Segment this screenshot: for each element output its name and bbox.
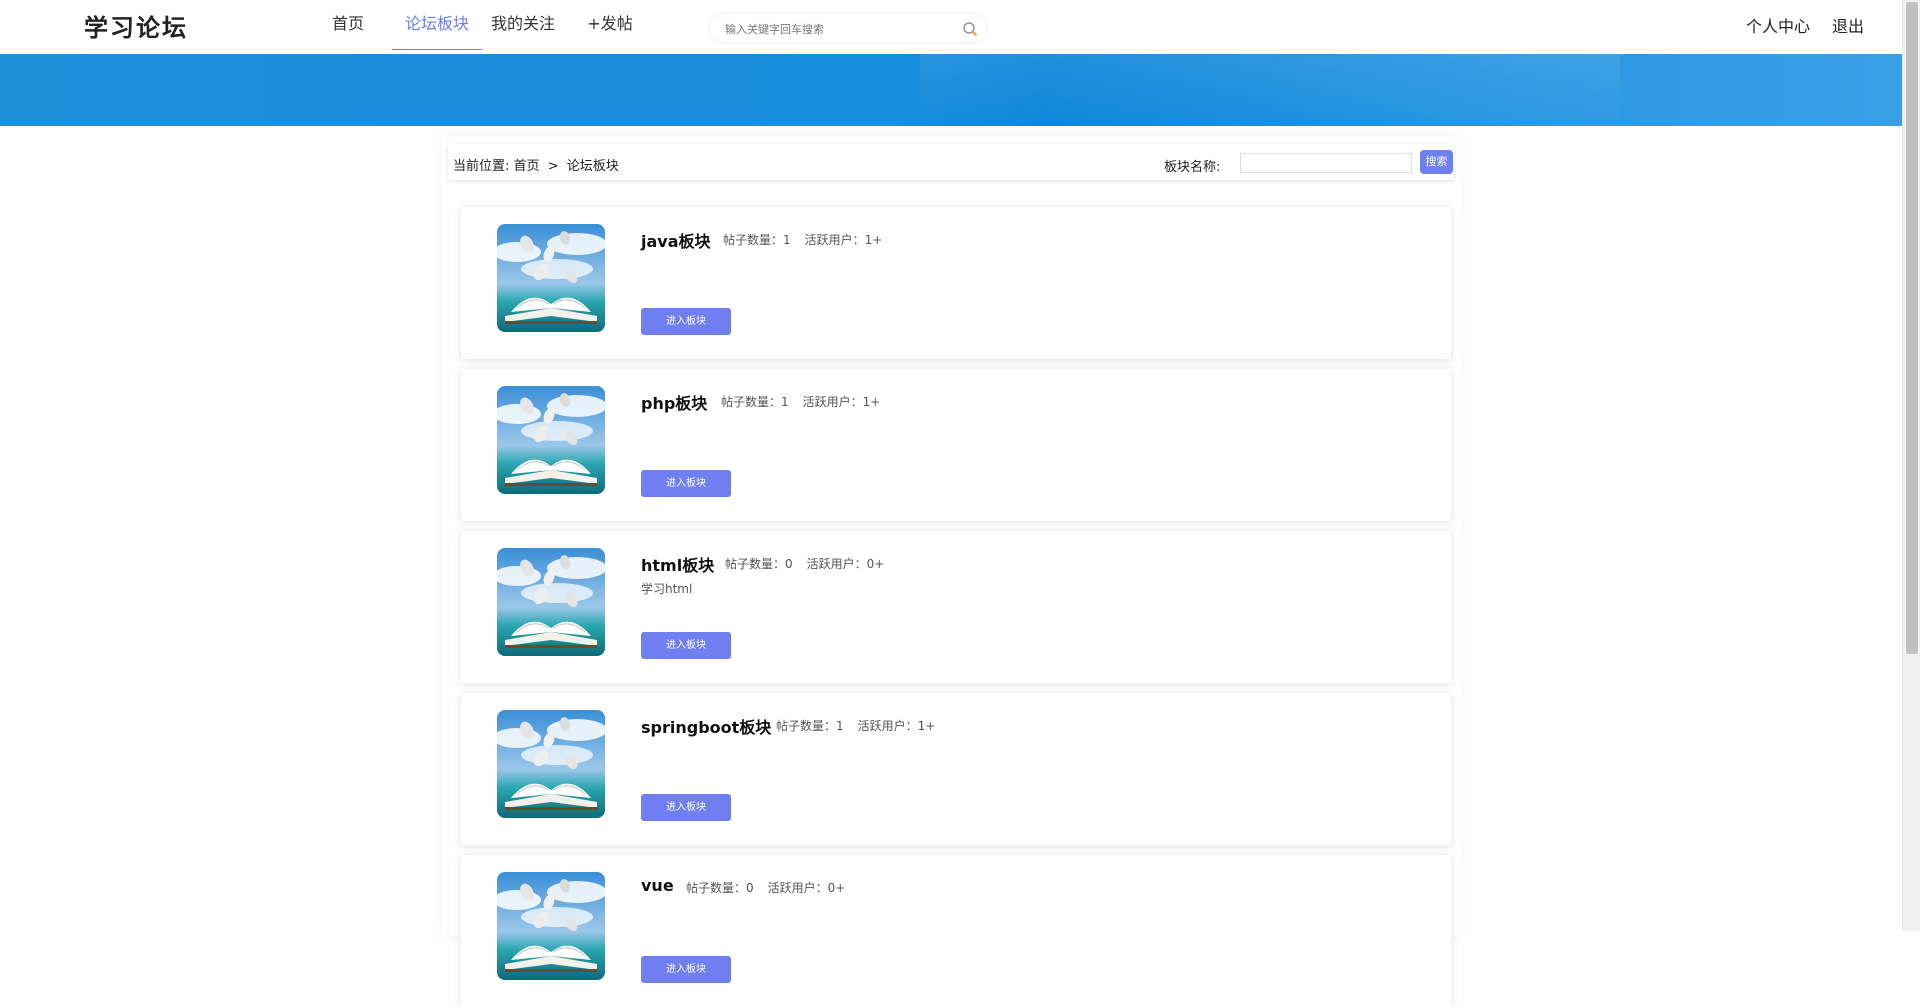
section-stats: 帖子数量：1 活跃用户：1+ [721,393,894,410]
search-input[interactable] [725,19,945,39]
section-card: java板块 帖子数量：1 活跃用户：1+ 进入板块 [461,207,1451,359]
nav-home[interactable]: 首页 [324,0,372,50]
post-count: 帖子数量：1 [776,719,844,733]
breadcrumb-bar: 当前位置: 首页 > 论坛板块 板块名称: 搜索 [448,144,1454,180]
section-stats: 帖子数量：1 活跃用户：1+ [723,231,896,248]
section-name-input[interactable] [1240,153,1412,173]
post-count: 帖子数量：0 [725,557,793,571]
post-count: 帖子数量：1 [721,395,789,409]
section-card: html板块 帖子数量：0 活跃用户：0+ 学习html 进入板块 [461,531,1451,683]
active-users: 活跃用户：1+ [802,395,881,409]
breadcrumb-home[interactable]: 首页 [514,159,540,174]
section-image[interactable] [497,872,605,980]
section-title[interactable]: springboot板块 [641,714,771,738]
post-count: 帖子数量：1 [723,233,791,247]
section-image[interactable] [497,548,605,656]
section-stats: 帖子数量：0 活跃用户：0+ [686,879,859,896]
hero-banner [0,54,1902,126]
breadcrumb-separator: > [547,159,559,174]
section-stats: 帖子数量：1 活跃用户：1+ [776,717,949,734]
section-description: 学习html [641,582,693,596]
section-title[interactable]: vue [641,876,674,895]
section-title[interactable]: php板块 [641,390,707,414]
scrollbar-thumb[interactable] [1906,2,1918,654]
section-name-label: 板块名称: [1164,160,1221,175]
breadcrumb-prefix: 当前位置: [453,159,510,174]
enter-section-button[interactable]: 进入板块 [641,956,731,983]
section-image[interactable] [497,224,605,332]
breadcrumb-current: 论坛板块 [566,159,619,174]
section-title[interactable]: html板块 [641,552,714,576]
search-icon[interactable] [962,21,978,37]
logout-link[interactable]: 退出 [1832,13,1864,37]
section-stats: 帖子数量：0 活跃用户：0+ [725,555,898,572]
enter-section-button[interactable]: 进入板块 [641,632,731,659]
section-image[interactable] [497,710,605,818]
enter-section-button[interactable]: 进入板块 [641,470,731,497]
section-card: vue 帖子数量：0 活跃用户：0+ 进入板块 [461,855,1451,1007]
active-users: 活跃用户：1+ [857,719,936,733]
enter-section-button[interactable]: 进入板块 [641,308,731,335]
breadcrumb: 当前位置: 首页 > 论坛板块 [453,155,619,174]
active-users: 活跃用户：1+ [804,233,883,247]
active-users: 活跃用户：0+ [806,557,885,571]
section-title[interactable]: java板块 [641,228,711,252]
section-search-button[interactable]: 搜索 [1420,150,1453,174]
site-logo[interactable]: 学习论坛 [84,8,188,43]
section-card: springboot板块 帖子数量：1 活跃用户：1+ 进入板块 [461,693,1451,845]
top-header: 学习论坛 首页 论坛板块 我的关注 +发帖 个人中心 退出 [0,0,1902,54]
nav-new-post[interactable]: +发帖 [580,0,640,50]
nav-my-follows[interactable]: 我的关注 [482,0,564,50]
section-image[interactable] [497,386,605,494]
user-links: 个人中心 退出 [1724,13,1864,37]
main-content: 当前位置: 首页 > 论坛板块 板块名称: 搜索 java板块 帖子数量：1 活跃… [441,136,1461,1007]
post-count: 帖子数量：0 [686,881,754,895]
nav-forum-sections[interactable]: 论坛板块 [392,0,482,50]
enter-section-button[interactable]: 进入板块 [641,794,731,821]
active-users: 活跃用户：0+ [767,881,846,895]
header-search [708,12,988,44]
main-nav: 首页 论坛板块 我的关注 +发帖 [324,0,640,50]
section-card: php板块 帖子数量：1 活跃用户：1+ 进入板块 [461,369,1451,521]
page-scrollbar[interactable] [1902,0,1920,931]
user-center-link[interactable]: 个人中心 [1746,13,1810,37]
